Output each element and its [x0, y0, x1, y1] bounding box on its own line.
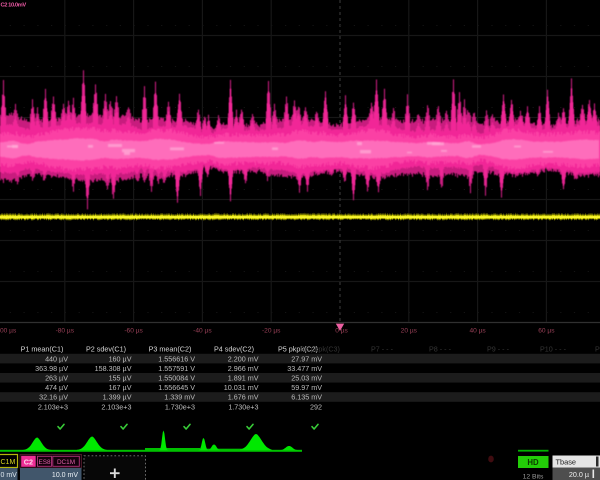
svg-text:474 µV: 474 µV: [45, 383, 68, 392]
svg-text:2.103e+3: 2.103e+3: [101, 402, 131, 411]
svg-text:1.730e+3: 1.730e+3: [165, 402, 195, 411]
svg-text:-40 µs: -40 µs: [193, 327, 212, 334]
svg-text:27.97 mV: 27.97 mV: [291, 354, 322, 363]
svg-text:-20 µs: -20 µs: [262, 327, 281, 334]
svg-text:2.200 mV: 2.200 mV: [228, 354, 259, 363]
svg-text:P4 sdev(C2): P4 sdev(C2): [214, 345, 254, 354]
svg-text:32.16 µV: 32.16 µV: [39, 393, 68, 402]
svg-text:59.97 mV: 59.97 mV: [291, 383, 322, 392]
svg-text:C2 10.0mV: C2 10.0mV: [1, 3, 27, 9]
svg-text:1.550084 V: 1.550084 V: [158, 374, 195, 383]
svg-text:P1 mean(C1): P1 mean(C1): [21, 345, 64, 354]
svg-text:40 µs: 40 µs: [469, 327, 486, 334]
svg-text:P2 sdev(C1): P2 sdev(C1): [86, 345, 126, 354]
svg-text:P6 pkpk(C3): P6 pkpk(C3): [300, 345, 340, 354]
svg-text:C1M: C1M: [1, 459, 16, 466]
svg-text:292: 292: [310, 402, 322, 411]
svg-text:363.98 µV: 363.98 µV: [35, 364, 68, 373]
svg-text:12 Bits: 12 Bits: [523, 473, 544, 480]
svg-text:P: P: [595, 345, 600, 354]
svg-text:1.676 mV: 1.676 mV: [228, 393, 259, 402]
svg-text:P10 - - -: P10 - - -: [540, 345, 567, 354]
svg-text:1.339 mV: 1.339 mV: [164, 393, 195, 402]
svg-text:P7 - - -: P7 - - -: [371, 345, 394, 354]
svg-text:00 µs: 00 µs: [0, 327, 17, 334]
svg-text:20.0 µ: 20.0 µ: [569, 470, 589, 479]
svg-text:1.557591 V: 1.557591 V: [158, 364, 195, 373]
svg-text:60 µs: 60 µs: [538, 327, 555, 334]
svg-text:440 µV: 440 µV: [45, 354, 68, 363]
svg-text:25.03 mV: 25.03 mV: [291, 374, 322, 383]
svg-text:P3 mean(C2): P3 mean(C2): [149, 345, 192, 354]
svg-text:20 µs: 20 µs: [401, 327, 418, 334]
svg-text:ES8: ES8: [38, 459, 51, 466]
svg-text:158.308 µV: 158.308 µV: [95, 364, 132, 373]
svg-text:10.031 mV: 10.031 mV: [224, 383, 259, 392]
svg-text:263 µV: 263 µV: [45, 374, 68, 383]
svg-text:Tbase: Tbase: [556, 458, 577, 467]
svg-text:-60 µs: -60 µs: [124, 327, 143, 334]
svg-text:10.0 mV: 10.0 mV: [52, 472, 78, 479]
svg-text:1.556645 V: 1.556645 V: [158, 383, 195, 392]
svg-text:1.556616 V: 1.556616 V: [158, 354, 195, 363]
svg-text:0 mV: 0 mV: [1, 472, 18, 479]
svg-text:2.966 mV: 2.966 mV: [228, 364, 259, 373]
svg-text:0 µs: 0 µs: [335, 327, 348, 334]
svg-text:167 µV: 167 µV: [109, 383, 132, 392]
svg-text:P9 - - -: P9 - - -: [487, 345, 510, 354]
svg-text:155 µV: 155 µV: [109, 374, 132, 383]
svg-text:6.135 mV: 6.135 mV: [291, 393, 322, 402]
svg-text:1.730e+3: 1.730e+3: [228, 402, 258, 411]
svg-text:P8 - - -: P8 - - -: [429, 345, 452, 354]
svg-text:DC1M: DC1M: [57, 459, 75, 466]
svg-text:-80 µs: -80 µs: [56, 327, 75, 334]
svg-text:33.477 mV: 33.477 mV: [287, 364, 322, 373]
svg-text:1.891 mV: 1.891 mV: [228, 374, 259, 383]
svg-text:C2: C2: [24, 457, 33, 466]
svg-text:HD: HD: [527, 458, 539, 467]
svg-text:2.103e+3: 2.103e+3: [38, 402, 68, 411]
svg-text:1.399 µV: 1.399 µV: [103, 393, 132, 402]
svg-text:160 µV: 160 µV: [109, 354, 132, 363]
